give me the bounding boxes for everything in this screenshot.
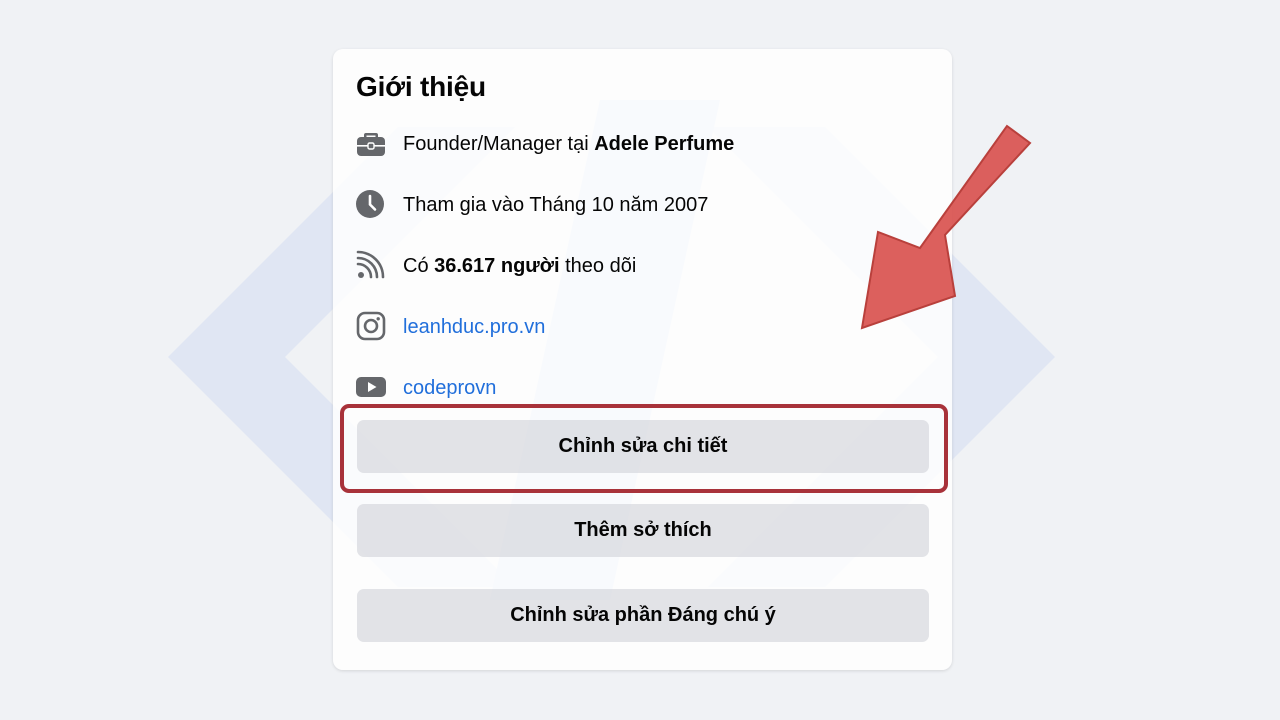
youtube-link[interactable]: codeprovn — [403, 377, 496, 400]
instagram-icon — [355, 310, 387, 342]
briefcase-icon — [355, 127, 387, 159]
edit-featured-button[interactable]: Chỉnh sửa phần Đáng chú ý — [357, 589, 929, 642]
highlight-box — [340, 404, 948, 493]
youtube-row: codeprovn — [355, 371, 935, 405]
clock-icon — [355, 188, 387, 220]
company-name[interactable]: Adele Perfume — [594, 133, 734, 155]
rss-icon — [355, 249, 387, 281]
youtube-icon — [355, 371, 387, 403]
followers-text: Có 36.617 người theo dõi — [403, 255, 637, 277]
joined-row: Tham gia vào Tháng 10 năm 2007 — [355, 188, 935, 222]
instagram-link[interactable]: leanhduc.pro.vn — [403, 316, 545, 339]
followers-row: Có 36.617 người theo dõi — [355, 249, 935, 283]
instagram-row: leanhduc.pro.vn — [355, 310, 935, 344]
work-text: Founder/Manager tại Adele Perfume — [403, 133, 735, 155]
add-hobbies-button[interactable]: Thêm sở thích — [357, 504, 929, 557]
pointer-arrow-icon — [860, 124, 1032, 330]
about-title: Giới thiệu — [356, 71, 486, 102]
followers-count: 36.617 người — [434, 255, 560, 277]
work-row: Founder/Manager tại Adele Perfume — [355, 127, 935, 161]
joined-text: Tham gia vào Tháng 10 năm 2007 — [403, 194, 709, 216]
